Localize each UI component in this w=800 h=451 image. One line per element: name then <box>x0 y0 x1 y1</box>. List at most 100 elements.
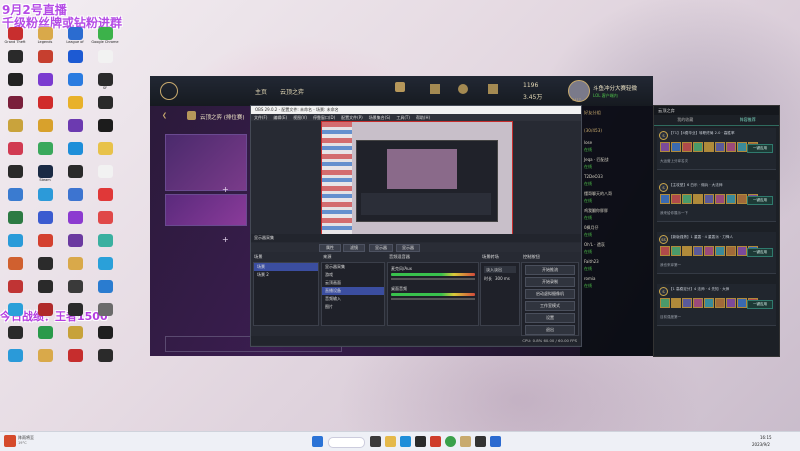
desktop-icon[interactable] <box>0 164 30 187</box>
desktop-icon[interactable] <box>90 210 120 233</box>
source-item[interactable]: 显示器采集 <box>322 263 384 271</box>
obs-menu-item[interactable]: 停靠窗口(D) <box>313 115 335 121</box>
desktop-icon[interactable] <box>90 302 120 325</box>
obs-control-button[interactable]: 退出 <box>525 325 575 335</box>
desktop-icon[interactable] <box>30 348 60 371</box>
source-item[interactable]: 图片 <box>322 303 384 311</box>
obs-menu-item[interactable]: 帮助(H) <box>416 115 430 121</box>
nav-home[interactable]: 主页 <box>255 87 267 96</box>
obs-control-button[interactable]: 工作室模式 <box>525 301 575 311</box>
desktop-icon[interactable] <box>0 49 30 72</box>
apply-comp-button[interactable]: 一键应用 <box>747 300 773 309</box>
add-player-icon-2[interactable]: + <box>222 235 229 244</box>
desktop-icon[interactable] <box>60 141 90 164</box>
tab-recommend[interactable]: 阵容推荐 <box>717 115 780 125</box>
friend-name[interactable]: lose <box>584 140 612 147</box>
desktop-icon[interactable] <box>0 72 30 95</box>
desktop-icon[interactable] <box>90 256 120 279</box>
obs-menu-item[interactable]: 配置文件(P) <box>341 115 363 121</box>
add-player-icon[interactable]: + <box>222 185 229 194</box>
friend-name[interactable]: 懂哥聊天的八哥 <box>584 191 612 198</box>
desktop-icon[interactable] <box>0 210 30 233</box>
league-icon[interactable] <box>460 436 471 447</box>
taskview-icon[interactable] <box>370 436 381 447</box>
desktop-icon[interactable] <box>30 233 60 256</box>
desktop-icon[interactable] <box>0 233 30 256</box>
obs-control-button[interactable]: 设置 <box>525 313 575 323</box>
obs-display-button-1[interactable]: 显示器 <box>369 244 393 252</box>
obs-menu-item[interactable]: 视图(V) <box>293 115 307 121</box>
comp-card[interactable]: S 【T1】【4费毕业】转职终局 2.0 · 高胜率 一键应用 大运营上分拿名次 <box>657 128 776 170</box>
desktop-icon[interactable] <box>60 95 90 118</box>
friend-name[interactable]: Faith23 <box>584 259 612 266</box>
lobby-slot-2[interactable] <box>165 194 247 226</box>
desktop-icon[interactable] <box>30 187 60 210</box>
desktop-icon[interactable] <box>90 233 120 256</box>
controls-dock[interactable]: 开始推流 开始录制 启动虚拟摄像机 工作室模式 设置 退出 <box>521 262 579 336</box>
desktop-icon[interactable]: SF <box>90 72 120 95</box>
obs-menu-item[interactable]: 工具(T) <box>396 115 410 121</box>
desktop-icon[interactable] <box>90 325 120 348</box>
start-icon[interactable] <box>312 436 323 447</box>
scenes-dock[interactable]: 场景 场景 2 <box>253 262 319 326</box>
desktop-icon[interactable] <box>30 49 60 72</box>
desktop-icon[interactable] <box>30 118 60 141</box>
desktop-icon[interactable] <box>60 233 90 256</box>
obs-menu-item[interactable]: 场景集合(S) <box>369 115 391 121</box>
mixer-dock[interactable]: 麦克风/Aux 桌面音频 <box>387 262 479 326</box>
desktop-icon[interactable] <box>90 279 120 302</box>
desktop-icon[interactable] <box>60 302 90 325</box>
obs-menu-item[interactable]: 文件(F) <box>254 115 267 121</box>
source-item[interactable]: 游戏 <box>322 271 384 279</box>
app-icon[interactable] <box>415 436 426 447</box>
comp-card[interactable]: SS 【新版强势】1 重轰 · 4 重轰派 · 刀锋人 一键应用 我也来拿第一 <box>657 232 776 274</box>
scene-item[interactable]: 场景 <box>254 263 318 271</box>
friend-name[interactable]: T2DeO33 <box>584 174 612 181</box>
explorer-icon[interactable] <box>385 436 396 447</box>
desktop-icon[interactable] <box>60 187 90 210</box>
desktop-icon[interactable] <box>90 348 120 371</box>
apply-comp-button[interactable]: 一键应用 <box>747 144 773 153</box>
friends-list[interactable]: 好友分组 (30/453) lose 在线 Jeqa · 匹配战 在线 T2DeO33 在… <box>580 106 653 356</box>
friend-name[interactable]: Oh'L · 遗哀 <box>584 242 612 249</box>
desktop-icon[interactable] <box>60 210 90 233</box>
desktop-icon[interactable]: League of <box>60 26 90 49</box>
transitions-dock[interactable]: 淡入淡出 时长 300 ms <box>480 262 520 326</box>
desktop-icon[interactable] <box>90 49 120 72</box>
app-icon[interactable] <box>430 436 441 447</box>
source-item[interactable]: 直播设备 <box>322 287 384 295</box>
weather-icon[interactable] <box>4 435 16 447</box>
edge-icon[interactable] <box>400 436 411 447</box>
friend-name[interactable]: Jeqa · 匹配战 <box>584 157 612 164</box>
obs-window[interactable]: OBS 29.0.2 - 配置文件: 未命名 - 场景: 未命名 文件(F) 编辑… <box>250 105 582 347</box>
desktop-icon[interactable] <box>0 279 30 302</box>
nav-tft[interactable]: 云顶之弈 <box>280 87 304 96</box>
app-icon[interactable] <box>490 436 501 447</box>
friend-name[interactable]: 0枫月仔 <box>584 225 612 232</box>
loot-icon[interactable] <box>488 84 498 94</box>
desktop-icon[interactable] <box>60 325 90 348</box>
desktop-icon[interactable] <box>90 164 120 187</box>
obs-menu-item[interactable]: 编辑(E) <box>273 115 287 121</box>
desktop-icon[interactable] <box>90 141 120 164</box>
desktop-icon[interactable] <box>0 256 30 279</box>
source-item[interactable]: 云顶画面 <box>322 279 384 287</box>
apply-comp-button[interactable]: 一键应用 <box>747 248 773 257</box>
friend-name[interactable]: romia <box>584 276 612 283</box>
desktop-icon[interactable]: Steam <box>30 164 60 187</box>
comp-card[interactable]: S 【主攻型】6 白乐 · 佣兵 · 大法师 一键应用 我来给你展示一下 <box>657 180 776 222</box>
obs-preview[interactable] <box>321 121 513 238</box>
desktop-icon[interactable]: Google Chrome <box>90 26 120 49</box>
apply-comp-button[interactable]: 一键应用 <box>747 196 773 205</box>
desktop-icon[interactable] <box>0 95 30 118</box>
desktop-icon[interactable] <box>0 302 30 325</box>
crown-icon[interactable] <box>395 82 405 92</box>
desktop-icon[interactable] <box>0 348 30 371</box>
desktop-icon[interactable] <box>60 279 90 302</box>
desktop-icon[interactable] <box>60 118 90 141</box>
obs-filters-button[interactable]: 滤镜 <box>343 244 365 252</box>
desktop-icon[interactable] <box>90 118 120 141</box>
desktop-icon[interactable] <box>90 187 120 210</box>
obs-control-button[interactable]: 开始推流 <box>525 265 575 275</box>
sources-dock[interactable]: 显示器采集 游戏 云顶画面 直播设备 音频输入 图片 <box>321 262 385 326</box>
